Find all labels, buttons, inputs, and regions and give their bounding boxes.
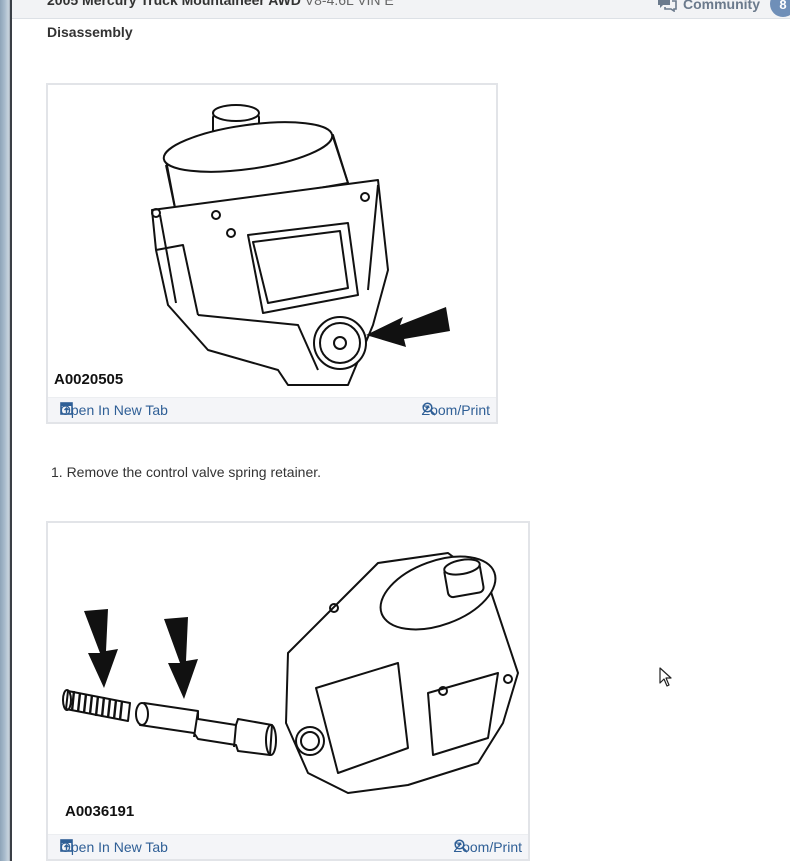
figure-toolbar: Open In New Tab Zoom/Print <box>48 834 528 859</box>
zoom-print-link[interactable]: Zoom/Print <box>454 839 522 855</box>
magnifier-plus-icon <box>421 402 436 416</box>
chat-bubbles-icon <box>658 0 677 12</box>
community-label: Community <box>683 0 760 12</box>
magnifier-plus-icon <box>453 839 468 853</box>
mouse-cursor-icon <box>659 667 672 687</box>
open-new-tab-icon <box>60 839 73 852</box>
community-button[interactable]: Community 8 <box>657 0 790 17</box>
section-title: Disassembly <box>47 24 133 40</box>
figure-a0036191: A0036191 Open In New Tab Zoom/Print <box>46 521 530 861</box>
figure-illustration <box>62 552 519 794</box>
vehicle-title-engine: V8-4.6L VIN E <box>304 0 394 8</box>
open-in-new-tab-label: Open In New Tab <box>60 402 168 418</box>
zoom-print-link[interactable]: Zoom/Print <box>422 402 490 418</box>
figure-illustration <box>151 104 450 386</box>
open-in-new-tab-label: Open In New Tab <box>60 839 168 855</box>
open-in-new-tab-link[interactable]: Open In New Tab <box>60 839 168 855</box>
step-instruction: 1. Remove the control valve spring retai… <box>51 464 322 480</box>
page-header: 2005 Mercury Truck Mountaineer AWD V8-4.… <box>12 0 790 19</box>
open-in-new-tab-link[interactable]: Open In New Tab <box>60 402 168 418</box>
vehicle-title-main: 2005 Mercury Truck Mountaineer AWD <box>47 0 301 8</box>
vehicle-title: 2005 Mercury Truck Mountaineer AWD V8-4.… <box>47 0 394 8</box>
figure-code: A0020505 <box>54 371 124 388</box>
community-count-badge: 8 <box>770 0 790 17</box>
window-left-edge <box>0 0 12 861</box>
figure-a0020505: A0020505 Open In New Tab Zoom/Print <box>46 83 498 424</box>
open-new-tab-icon <box>60 402 73 415</box>
figure-toolbar: Open In New Tab Zoom/Print <box>48 397 496 422</box>
figure-code: A0036191 <box>65 803 135 820</box>
